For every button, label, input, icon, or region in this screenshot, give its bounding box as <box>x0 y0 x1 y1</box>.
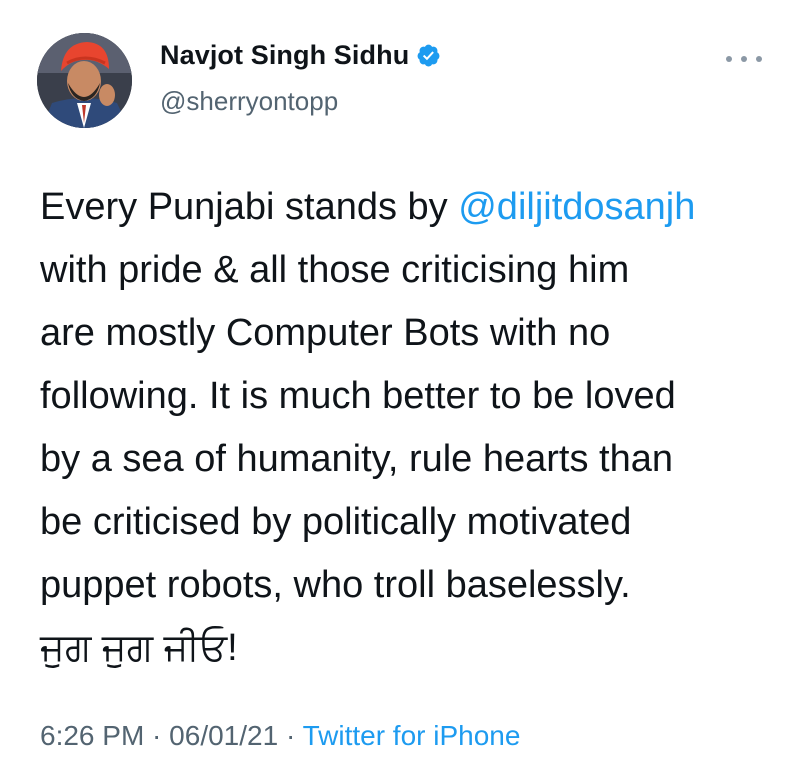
avatar[interactable] <box>37 33 132 128</box>
tweet-source-link[interactable]: Twitter for iPhone <box>303 720 521 751</box>
tweet-text-line: ਜੁਗ ਜੁਗ ਜੀਓ! <box>40 627 238 669</box>
tweet-text: Every Punjabi stands by @diljitdosanjh w… <box>40 176 780 680</box>
meta-separator: · <box>144 720 170 751</box>
tweet-text-line: Every Punjabi stands by @diljitdosanjh <box>40 176 780 239</box>
tweet-time[interactable]: 6:26 PM <box>40 720 144 751</box>
author-name-row[interactable]: Navjot Singh Sidhu <box>160 40 441 71</box>
tweet-text-line: are mostly Computer Bots with no <box>40 312 611 354</box>
more-horizontal-icon[interactable] <box>726 54 762 64</box>
more-dot <box>741 56 747 62</box>
tweet-text-line: by a sea of humanity, rule hearts than <box>40 438 673 480</box>
verified-badge-icon <box>416 43 441 68</box>
tweet-card: Navjot Singh Sidhu @sherryontopp Every P… <box>0 0 800 775</box>
more-dot <box>756 56 762 62</box>
tweet-text-line: following. It is much better to be loved <box>40 375 676 417</box>
more-dot <box>726 56 732 62</box>
author-handle[interactable]: @sherryontopp <box>160 86 338 117</box>
tweet-text-line: be criticised by politically motivated <box>40 501 632 543</box>
mention-link[interactable]: @diljitdosanjh <box>458 186 695 228</box>
avatar-photo <box>37 33 132 128</box>
meta-separator: · <box>278 720 303 751</box>
tweet-text-line: puppet robots, who troll baselessly. <box>40 564 631 606</box>
tweet-meta: 6:26 PM · 06/01/21 · Twitter for iPhone <box>40 720 520 752</box>
author-display-name[interactable]: Navjot Singh Sidhu <box>160 40 409 71</box>
tweet-text-segment: Every Punjabi stands by <box>40 186 459 228</box>
tweet-text-line: with pride & all those criticising him <box>40 249 630 291</box>
tweet-date[interactable]: 06/01/21 <box>169 720 278 751</box>
